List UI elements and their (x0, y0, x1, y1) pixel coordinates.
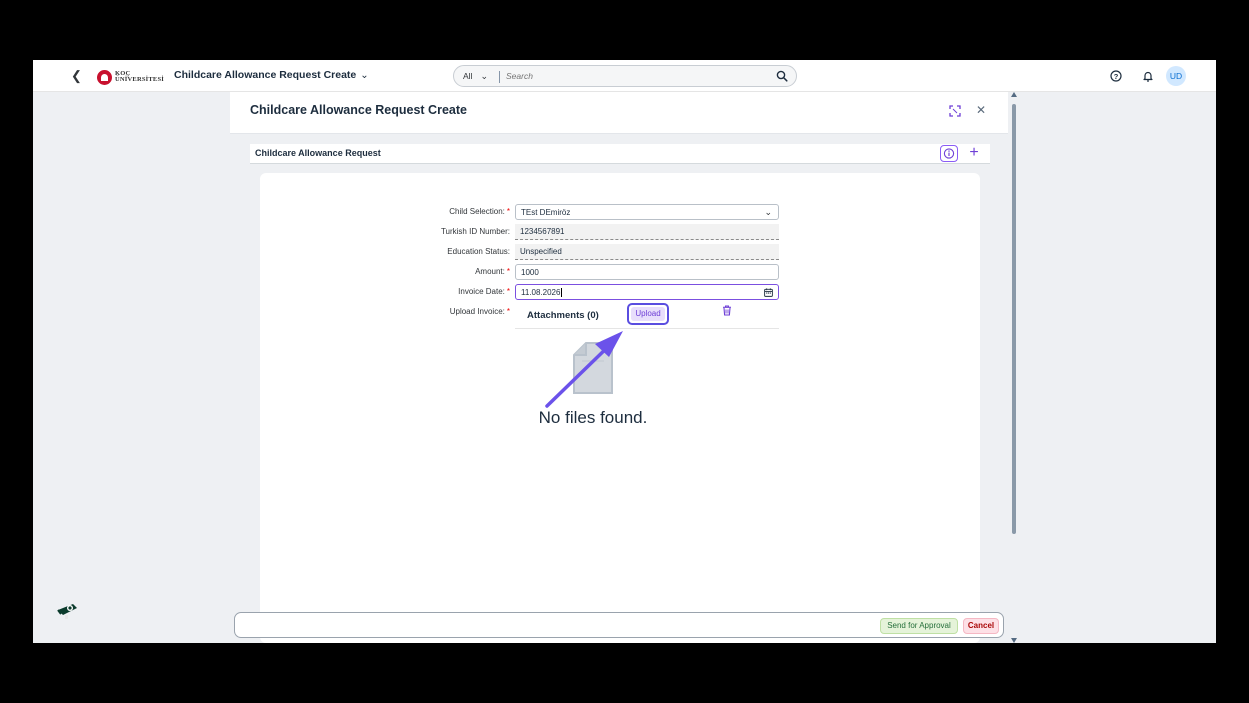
bell-icon[interactable] (1142, 70, 1154, 82)
education-status-row: Education Status: Unspecified (260, 244, 980, 260)
required-marker: * (506, 287, 510, 296)
form-card: Child Selection: * TEst DEmiröz ⌄ Turkish… (260, 173, 980, 643)
amount-label: Amount: * (475, 267, 510, 276)
chevron-down-icon: ⌄ (480, 71, 488, 81)
trash-icon[interactable] (722, 305, 732, 316)
send-for-approval-button[interactable]: Send for Approval (880, 618, 958, 634)
upload-invoice-label-text: Upload Invoice: (449, 307, 505, 316)
logo-text: KOÇ ÜNİVERSİTESİ (115, 70, 165, 83)
help-icon[interactable]: ? (1110, 70, 1122, 82)
amount-row: Amount: * 1000 (260, 264, 980, 280)
svg-text:?: ? (1114, 72, 1119, 81)
scroll-down-icon[interactable] (1011, 638, 1017, 643)
upload-invoice-label: Upload Invoice: * (450, 307, 510, 316)
create-dialog: Childcare Allowance Request Create ✕ Chi… (230, 92, 1008, 643)
info-button[interactable] (940, 145, 958, 162)
app-title-menu[interactable]: Childcare Allowance Request Create ⌄ (174, 69, 369, 81)
scroll-thumb[interactable] (1012, 104, 1016, 534)
chevron-down-icon: ⌄ (360, 70, 369, 81)
invoice-date-label-text: Invoice Date: (458, 287, 505, 296)
calendar-icon[interactable] (764, 288, 773, 297)
search-input[interactable] (506, 68, 766, 84)
turkish-id-label: Turkish ID Number: (440, 227, 510, 236)
scroll-up-icon[interactable] (1011, 92, 1017, 97)
search-scope-select[interactable]: All ⌄ (463, 71, 488, 82)
dialog-footer: Send for Approval Cancel (234, 612, 1004, 638)
search-icon[interactable] (776, 70, 788, 82)
logo-text-line2: ÜNİVERSİTESİ (115, 76, 165, 83)
shell-bar: ❮ KOÇ ÜNİVERSİTESİ Childcare Allowance R… (33, 60, 1216, 92)
section-title: Childcare Allowance Request (255, 148, 381, 158)
child-selection-value: TEst DEmiröz (521, 208, 571, 217)
search-separator (499, 71, 500, 83)
attachments-toolbar: Attachments (0) Upload (515, 301, 779, 329)
no-files-text: No files found. (538, 408, 648, 427)
amount-label-text: Amount: (475, 267, 505, 276)
upload-button-label: Upload (631, 307, 665, 321)
dialog-header: Childcare Allowance Request Create ✕ (230, 92, 1008, 134)
invoice-date-row: Invoice Date: * 11.08.2026 (260, 284, 980, 300)
text-caret (561, 288, 563, 298)
logo-mark-icon (97, 69, 112, 85)
turkish-id-row: Turkish ID Number: 1234567891 (260, 224, 980, 240)
required-marker: * (506, 267, 510, 276)
child-selection-select[interactable]: TEst DEmiröz ⌄ (515, 204, 779, 220)
fullscreen-icon[interactable] (949, 105, 961, 117)
no-files-icon (573, 342, 613, 394)
cancel-button[interactable]: Cancel (963, 618, 999, 634)
dialog-title: Childcare Allowance Request Create (250, 103, 467, 117)
search-scope-label: All (463, 71, 473, 81)
amount-input[interactable]: 1000 (515, 264, 779, 280)
back-icon[interactable]: ❮ (71, 69, 83, 83)
child-selection-label-text: Child Selection: (449, 207, 505, 216)
assistant-logo-icon[interactable] (55, 598, 81, 624)
info-icon (943, 148, 955, 159)
university-logo[interactable]: KOÇ ÜNİVERSİTESİ (97, 69, 164, 85)
add-icon[interactable]: + (966, 144, 982, 162)
education-status-label: Education Status: (447, 247, 510, 256)
screen: ❮ KOÇ ÜNİVERSİTESİ Childcare Allowance R… (33, 60, 1216, 643)
avatar[interactable]: UD (1166, 66, 1186, 86)
section-header: Childcare Allowance Request + (250, 144, 990, 164)
search-bar: All ⌄ (453, 65, 797, 87)
required-marker: * (506, 207, 510, 216)
dialog-scrollbar[interactable] (1010, 92, 1018, 643)
chevron-down-icon: ⌄ (764, 207, 772, 217)
app-title: Childcare Allowance Request Create (174, 69, 357, 81)
child-selection-row: Child Selection: * TEst DEmiröz ⌄ (260, 204, 980, 220)
turkish-id-field: 1234567891 (515, 224, 779, 240)
attachments-title: Attachments (0) (527, 310, 599, 321)
child-selection-label: Child Selection: * (449, 207, 510, 216)
required-marker: * (506, 307, 510, 316)
invoice-date-input[interactable]: 11.08.2026 (515, 284, 779, 300)
upload-button[interactable]: Upload (627, 303, 669, 325)
education-status-field: Unspecified (515, 244, 779, 260)
invoice-date-label: Invoice Date: * (458, 287, 510, 296)
close-icon[interactable]: ✕ (975, 104, 987, 116)
invoice-date-value: 11.08.2026 (521, 288, 561, 297)
